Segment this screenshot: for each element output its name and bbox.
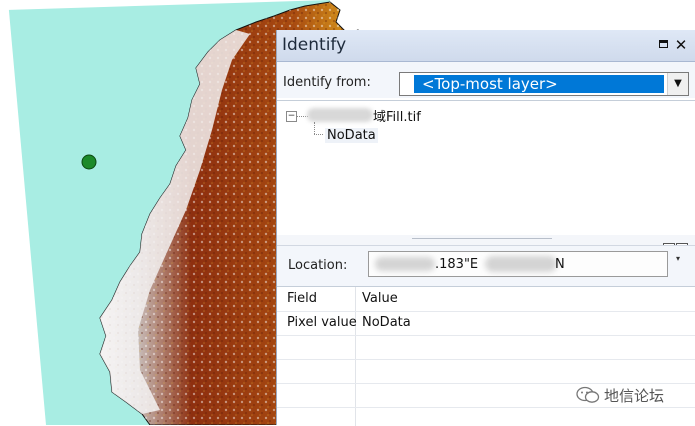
identify-window: Identify ✕ Identify from: <Top-most laye… (276, 30, 695, 426)
cell-field: Pixel value (287, 315, 357, 330)
maximize-icon[interactable] (655, 37, 671, 53)
tree-layer-name[interactable]: 域Fill.tif (373, 106, 421, 125)
location-label: Location: (288, 258, 348, 273)
window-title: Identify (282, 35, 347, 55)
table-row-empty (277, 359, 695, 384)
location-dropdown-icon[interactable]: ▾ (676, 254, 680, 263)
table-row-empty (277, 335, 695, 360)
splitter-line (412, 238, 552, 239)
column-header-value[interactable]: Value (362, 291, 398, 306)
location-marker (81, 154, 97, 170)
identify-from-dropdown[interactable]: <Top-most layer> ▼ (399, 72, 689, 96)
tree-item-value[interactable]: NoData (325, 128, 378, 143)
redacted-latitude (485, 256, 557, 272)
location-latitude-suffix: N (555, 257, 565, 272)
column-header-field[interactable]: Field (287, 291, 317, 306)
results-tree[interactable]: − 域Fill.tif NoData (277, 100, 695, 237)
watermark-text: 地信论坛 (604, 387, 665, 405)
panel-splitter[interactable]: ⌃▯ (277, 235, 695, 255)
identify-from-label: Identify from: (283, 75, 371, 90)
location-row: Location: .183"E N ▾ (277, 245, 695, 286)
close-icon[interactable]: ✕ (673, 37, 689, 53)
table-row[interactable]: Pixel value NoData (277, 311, 695, 336)
dropdown-arrow-icon[interactable]: ▼ (667, 73, 688, 95)
identify-titlebar[interactable]: Identify ✕ (277, 30, 695, 62)
tree-connector (314, 134, 323, 135)
identify-from-value: <Top-most layer> (414, 75, 664, 93)
location-field[interactable]: .183"E N (368, 251, 668, 277)
redacted-longitude (375, 257, 435, 271)
wechat-icon (576, 386, 600, 403)
location-longitude-suffix: .183"E (435, 257, 479, 272)
redacted-layer-prefix (307, 108, 373, 122)
table-header-row: Field Value (277, 287, 695, 312)
cell-value: NoData (362, 315, 411, 330)
tree-connector (314, 122, 315, 134)
watermark: 地信论坛 (576, 384, 686, 406)
